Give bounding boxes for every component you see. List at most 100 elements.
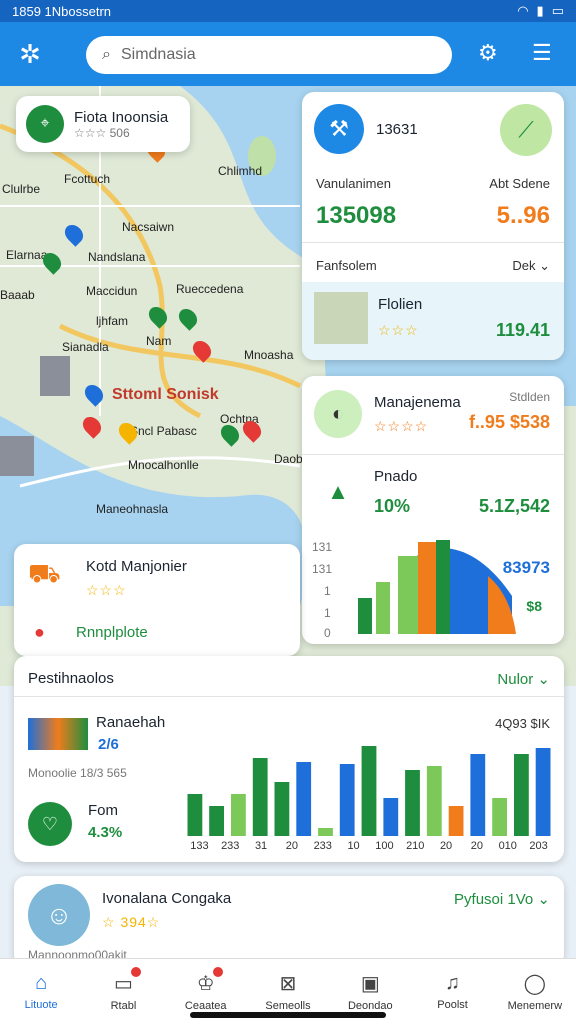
nav-label: Lituote: [24, 999, 58, 1011]
profile-rating: ☆ 394☆: [102, 914, 161, 930]
mountain-icon: ▲: [316, 470, 360, 514]
management-top-right: Stdlden: [509, 390, 550, 404]
summary-header-value: 13631: [376, 120, 418, 138]
x-tick-label: 20: [285, 840, 299, 852]
profile-title: Ivonalana Congaka: [102, 890, 232, 907]
manager-card[interactable]: ⛟ Kotd Manjonier ☆☆☆ ● Rnnplplote: [14, 544, 300, 656]
manager-title: Kotd Manjonier: [86, 558, 187, 575]
nav-label: Ceaatea: [184, 1000, 227, 1012]
search-icon: ⌕: [102, 46, 111, 63]
nav-item-tv[interactable]: ▭ Rtabl: [82, 959, 164, 1024]
x-tick-label: 20: [470, 840, 484, 852]
summary-label-left: Vanulanimen: [316, 176, 391, 191]
map-label: Nacsaiwn: [122, 220, 175, 234]
axis-tick: 1: [324, 606, 331, 620]
nav-item-user[interactable]: ◯ Menemerw: [494, 959, 576, 1024]
stats-dropdown[interactable]: Nulor ⌄: [497, 670, 550, 688]
divider: [14, 696, 564, 697]
chart-bar: [339, 764, 355, 836]
search-input[interactable]: ⌕ Simdnasia: [86, 36, 452, 74]
map-label: Sncl Pabasc: [130, 424, 197, 438]
summary-value-right: 5..96: [496, 202, 550, 229]
stats-title: Pestihnaolos: [28, 670, 114, 687]
nav-item-bell[interactable]: ♫ Poolst: [411, 959, 493, 1024]
area-bar: [398, 556, 418, 634]
x-tick-label: 20: [439, 840, 453, 852]
chevron-down-icon: ⌄: [539, 258, 550, 273]
location-rating: ☆☆☆ 506: [74, 125, 130, 140]
parcel-icon: ⊠: [279, 973, 297, 995]
location-title: Fiota Inoonsia: [74, 108, 169, 126]
section-label: Fanfsolem: [316, 258, 377, 273]
area-bar: [418, 542, 436, 634]
manager-rating: ☆☆☆: [86, 582, 127, 598]
nav-label: Rtabl: [110, 1000, 137, 1012]
stats-action: Nulor: [497, 671, 534, 688]
management-rating: ☆☆☆☆: [374, 418, 429, 434]
map-label: Rueccedena: [176, 282, 244, 296]
chart-bar: [448, 806, 464, 836]
map-label-highlight: Sttoml Sonisk: [112, 386, 219, 403]
sub-item[interactable]: Flolien ☆☆☆ 119.41: [302, 282, 564, 360]
map-label: Clulrbe: [2, 182, 41, 196]
bird-icon: ◐: [314, 390, 362, 438]
map-label: ljhfam: [96, 314, 129, 328]
map-label: Chlimhd: [218, 164, 263, 178]
wifi-icon: ◠: [517, 3, 529, 18]
item1-value: 2/6: [98, 736, 119, 753]
map-label: Nam: [146, 334, 172, 348]
place-photo: [314, 292, 368, 344]
profile-right[interactable]: Pyfusoi 1Vo ⌄: [454, 890, 550, 908]
x-tick-label: 100: [375, 840, 394, 852]
map-label: Maccidun: [86, 284, 138, 298]
map-label: Elarnaa: [6, 248, 48, 262]
x-axis-labels: 133 233 31 20 233 10 100 210 20 20 010 203: [184, 840, 554, 854]
sub-item-title: Flolien: [378, 296, 423, 313]
x-tick-label: 233: [221, 840, 240, 852]
chart-bar: [426, 766, 442, 836]
divider: [302, 242, 564, 243]
divider: [302, 454, 564, 455]
profile-card[interactable]: ☺ Ivonalana Congaka ☆ 394☆ Pyfusoi 1Vo ⌄…: [14, 876, 564, 966]
chart-bar: [492, 798, 507, 836]
x-tick-label: 133: [190, 840, 209, 852]
x-tick-label: 010: [498, 840, 517, 852]
app-logo-icon[interactable]: ✲: [12, 36, 48, 72]
map-label: Nandslana: [88, 250, 146, 264]
product-pct: 10%: [374, 496, 411, 516]
area-bar: [376, 582, 390, 634]
tools-icon[interactable]: ⚒: [314, 104, 364, 154]
location-icon: ⌖: [26, 105, 64, 143]
chevron-down-icon: ⌄: [537, 671, 550, 688]
section-dropdown[interactable]: Dek ⌄: [512, 258, 550, 274]
x-tick-label: 210: [406, 840, 425, 852]
management-value: f..95 $538: [468, 412, 550, 432]
chart-bar: [274, 782, 290, 836]
growth-icon[interactable]: ⟋: [500, 104, 552, 156]
area-bar: [436, 540, 450, 634]
status-time: 1859 1Nbossetrn: [12, 3, 112, 19]
mini-chart-icon: [28, 718, 88, 750]
location-card[interactable]: ⌖ Fiota Inoonsia ☆☆☆ 506: [16, 96, 190, 152]
nav-item-home[interactable]: ⌂ Lituote: [0, 959, 82, 1024]
chart-value: 83973: [502, 558, 550, 577]
item1-desc: Monoolie 18/3 565: [28, 766, 127, 780]
item1-title: Ranaehah: [96, 714, 166, 731]
bar-chart: [187, 746, 551, 836]
menu-icon[interactable]: ☰: [532, 40, 552, 66]
chart-bar: [361, 746, 377, 836]
chart-bar: [383, 798, 399, 836]
bell-icon: ♫: [445, 972, 461, 994]
stats-top-value: 4Q93 $IK: [495, 716, 550, 731]
axis-tick: 1: [324, 584, 331, 598]
map-label: Baaab: [0, 288, 35, 302]
settings-icon[interactable]: ⚙: [478, 40, 498, 66]
map-label: Sianadla: [62, 340, 109, 354]
x-tick-label: 233: [313, 840, 332, 852]
avatar: ☺: [28, 884, 90, 946]
manager-link[interactable]: Rnnplplote: [76, 624, 148, 641]
calendar-icon: ▣: [360, 973, 380, 995]
search-placeholder: Simdnasia: [120, 46, 196, 63]
chart-bar: [252, 758, 268, 836]
summary-header: ⚒ 13631: [314, 104, 418, 154]
